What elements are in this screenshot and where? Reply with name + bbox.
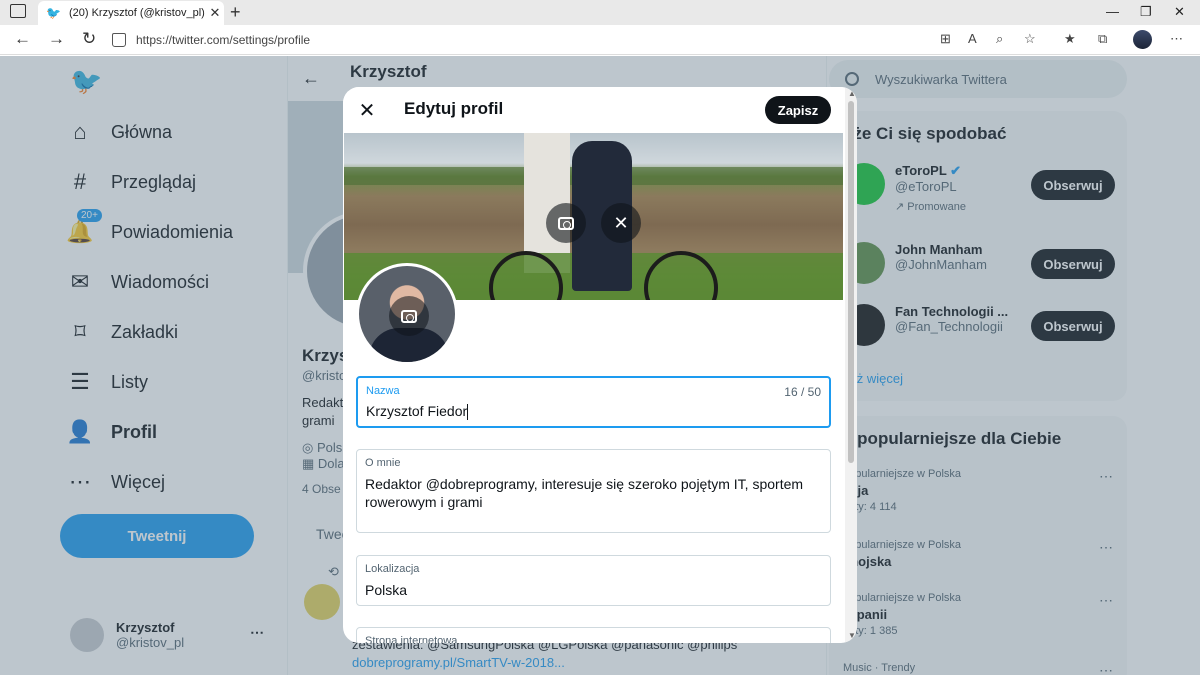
profile-avatar-edit [356, 263, 458, 365]
maximize-icon[interactable]: ❐ [1140, 4, 1152, 20]
url-text: https://twitter.com/settings/profile [136, 33, 311, 47]
name-value-text: Krzysztof Fiedor [366, 403, 468, 419]
name-label: Nazwa [366, 385, 400, 397]
save-button[interactable]: Zapisz [765, 96, 831, 124]
twitter-bird-icon: 🐦 [46, 6, 61, 20]
bio-label: O mnie [365, 457, 401, 469]
website-field[interactable]: Strona internetowa [356, 627, 831, 643]
name-field[interactable]: Nazwa 16 / 50 Krzysztof Fiedor [356, 376, 831, 428]
camera-icon [558, 216, 574, 230]
scroll-down-icon[interactable]: ▼ [848, 631, 856, 640]
browser-tab[interactable]: 🐦 (20) Krzysztof (@kristov_pl) / Twi ✕ [38, 1, 224, 25]
minimize-icon[interactable]: — [1106, 4, 1119, 19]
close-icon: ✕ [358, 99, 376, 122]
browser-menu-icon[interactable]: ⋯ [1170, 31, 1183, 47]
scroll-thumb[interactable] [848, 101, 854, 463]
banner-remove-button[interactable]: ✕ [601, 203, 641, 243]
location-field[interactable]: Lokalizacja Polska [356, 555, 831, 606]
name-value: Krzysztof Fiedor [366, 402, 826, 421]
dialog-header: ✕ Edytuj profil Zapisz [343, 87, 843, 133]
close-icon: ✕ [613, 212, 629, 233]
bio-value: Redaktor @dobreprogramy, interesuje się … [365, 476, 804, 510]
banner-change-photo-button[interactable] [546, 203, 586, 243]
website-label: Strona internetowa [365, 635, 458, 643]
browser-profile-avatar[interactable] [1133, 30, 1152, 49]
close-dialog-button[interactable]: ✕ [355, 98, 379, 122]
text-caret [467, 404, 469, 421]
address-input[interactable]: https://twitter.com/settings/profile [112, 28, 782, 52]
bio-field[interactable]: O mnie Redaktor @dobreprogramy, interesu… [356, 449, 831, 533]
apps-icon[interactable]: ⊞ [940, 31, 951, 47]
name-counter: 16 / 50 [784, 385, 821, 399]
location-value: Polska [365, 582, 408, 598]
new-tab-icon[interactable]: + [230, 2, 241, 23]
collections-icon[interactable]: ⧉ [1098, 31, 1107, 47]
location-label: Lokalizacja [365, 563, 420, 575]
read-aloud-icon[interactable]: A [968, 31, 977, 46]
camera-icon [401, 309, 417, 323]
back-icon[interactable]: ← [14, 29, 31, 49]
browser-addressbar: ← → ↻ https://twitter.com/settings/profi… [0, 25, 1200, 55]
scroll-up-icon[interactable]: ▲ [848, 89, 856, 98]
dialog-title: Edytuj profil [404, 99, 504, 118]
forward-icon[interactable]: → [48, 29, 65, 49]
lock-icon [112, 33, 126, 47]
favorite-add-icon[interactable]: ☆ [1024, 31, 1036, 47]
browser-tabbar: 🐦 (20) Krzysztof (@kristov_pl) / Twi ✕ +… [0, 0, 1200, 25]
window-close-icon[interactable]: ✕ [1174, 4, 1185, 20]
dialog-scrollbar[interactable]: ▲ ▼ [845, 87, 857, 643]
tab-close-icon[interactable]: ✕ [206, 5, 224, 21]
tab-actions-icon[interactable] [10, 4, 26, 18]
zoom-icon[interactable]: ⌕ [996, 31, 1003, 47]
avatar-change-photo-button[interactable] [389, 296, 429, 336]
favorites-icon[interactable]: ★ [1064, 31, 1076, 47]
edit-profile-dialog: ✕ ✕ Edytuj profil Zapisz Nazwa 16 / 50 K… [343, 87, 857, 643]
tab-title: (20) Krzysztof (@kristov_pl) / Twi [68, 7, 206, 19]
refresh-icon[interactable]: ↻ [82, 29, 96, 49]
